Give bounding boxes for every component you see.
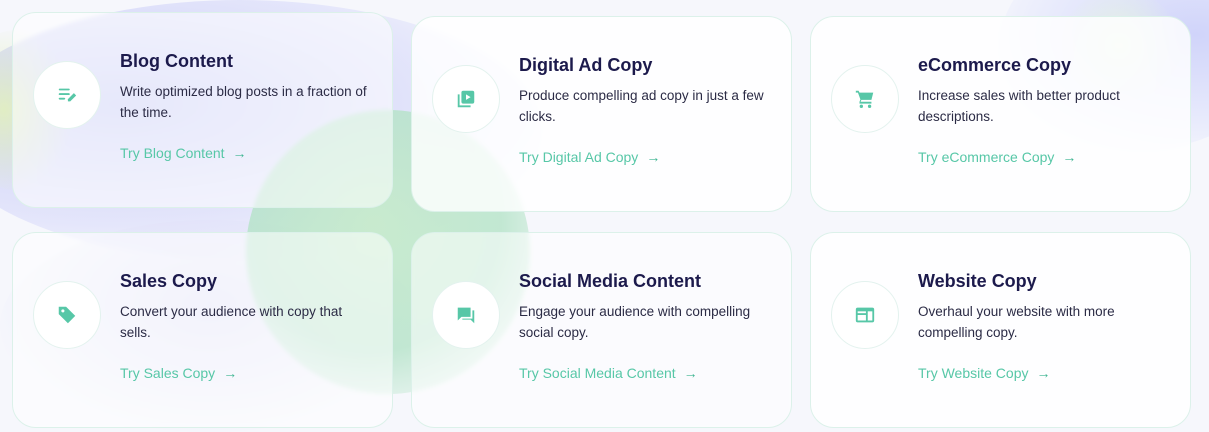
card-link-label: Try Sales Copy bbox=[120, 365, 216, 381]
card-link-label: Try eCommerce Copy bbox=[918, 149, 1055, 165]
card-description: Write optimized blog posts in a fraction… bbox=[120, 84, 367, 120]
card-description: Engage your audience with compelling soc… bbox=[519, 304, 751, 340]
card-link-label: Try Website Copy bbox=[918, 365, 1029, 381]
card-title: Website Copy bbox=[918, 271, 1037, 291]
card-website-copy[interactable]: Website Copy Overhaul your website with … bbox=[810, 232, 1191, 428]
arrow-right-icon: → bbox=[223, 365, 238, 381]
card-icon-circle bbox=[33, 281, 101, 349]
price-tag-icon bbox=[58, 306, 76, 324]
card-social-media-content[interactable]: Social Media Content Engage your audienc… bbox=[411, 232, 792, 428]
card-description: Overhaul your website with more compelli… bbox=[918, 304, 1115, 340]
arrow-right-icon: → bbox=[232, 145, 247, 161]
arrow-right-icon: → bbox=[646, 149, 661, 165]
card-title: Digital Ad Copy bbox=[519, 55, 653, 75]
card-icon-circle bbox=[33, 61, 101, 129]
try-sales-copy-link[interactable]: Try Sales Copy → bbox=[120, 365, 237, 381]
card-ecommerce-copy[interactable]: eCommerce Copy Increase sales with bette… bbox=[810, 16, 1191, 212]
card-description: Produce compelling ad copy in just a few… bbox=[519, 88, 764, 124]
try-digital-ad-copy-link[interactable]: Try Digital Ad Copy → bbox=[519, 149, 660, 165]
try-social-media-content-link[interactable]: Try Social Media Content → bbox=[519, 365, 698, 381]
card-link-label: Try Digital Ad Copy bbox=[519, 149, 639, 165]
shopping-cart-icon bbox=[855, 90, 874, 108]
card-link-label: Try Social Media Content bbox=[519, 365, 676, 381]
card-blog-content[interactable]: Blog Content Write optimized blog posts … bbox=[12, 12, 393, 208]
card-description: Increase sales with better product descr… bbox=[918, 88, 1120, 124]
card-sales-copy[interactable]: Sales Copy Convert your audience with co… bbox=[12, 232, 393, 428]
card-icon-circle bbox=[432, 65, 500, 133]
arrow-right-icon: → bbox=[1036, 365, 1051, 381]
arrow-right-icon: → bbox=[683, 365, 698, 381]
blog-edit-icon bbox=[58, 88, 77, 102]
card-icon-circle bbox=[432, 281, 500, 349]
card-title: eCommerce Copy bbox=[918, 55, 1072, 75]
card-digital-ad-copy[interactable]: Digital Ad Copy Produce compelling ad co… bbox=[411, 16, 792, 212]
card-icon-circle bbox=[831, 281, 899, 349]
try-website-copy-link[interactable]: Try Website Copy → bbox=[918, 365, 1050, 381]
card-icon-circle bbox=[831, 65, 899, 133]
try-ecommerce-copy-link[interactable]: Try eCommerce Copy → bbox=[918, 149, 1076, 165]
card-link-label: Try Blog Content bbox=[120, 145, 225, 161]
card-title: Sales Copy bbox=[120, 271, 218, 291]
chat-bubble-icon bbox=[457, 307, 475, 324]
website-layout-icon bbox=[855, 307, 875, 323]
video-library-icon bbox=[457, 90, 475, 108]
card-description: Convert your audience with copy that sel… bbox=[120, 304, 343, 340]
try-blog-content-link[interactable]: Try Blog Content → bbox=[120, 145, 247, 161]
card-title: Blog Content bbox=[120, 51, 233, 71]
arrow-right-icon: → bbox=[1062, 149, 1077, 165]
card-title: Social Media Content bbox=[519, 271, 702, 291]
